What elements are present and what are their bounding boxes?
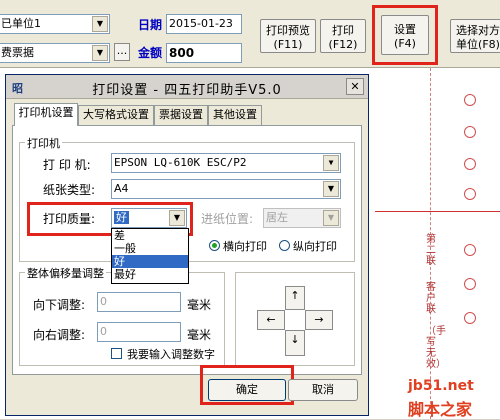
down-adjust-input[interactable]: 0 — [97, 292, 181, 312]
printer-label: 打 印 机: — [43, 158, 91, 172]
main-toolbar: 已单位1 ▼ 费票据 ▼ ... 日期 2015-01-23 金额 800 打印… — [0, 0, 500, 68]
date-value: 2015-01-23 — [169, 17, 233, 30]
feed-value: 居左 — [266, 211, 288, 224]
amount-value: 800 — [169, 46, 195, 60]
date-label: 日期 — [138, 18, 163, 32]
quality-option-selected[interactable]: 好 — [112, 255, 188, 268]
button-shortcut: (F11) — [273, 38, 303, 51]
dialog-title: 打印设置 - 四五打印助手V5.0 — [92, 83, 282, 98]
button-label: 打印 — [332, 24, 354, 37]
chevron-down-icon[interactable]: ▼ — [92, 16, 108, 32]
unit-combo[interactable]: 已单位1 ▼ — [0, 14, 110, 34]
printer-group-title: 打印机 — [25, 135, 62, 151]
quality-value: 好 — [114, 211, 129, 224]
printer-select[interactable]: EPSON LQ-610K ESC/P2 ▼ — [111, 153, 341, 173]
watermark-site: jb51.net — [408, 378, 474, 394]
printer-value: EPSON LQ-610K ESC/P2 — [114, 156, 247, 169]
landscape-label: 横向打印 — [223, 240, 267, 253]
handwritten-invalid-label: （手写无效） — [426, 326, 446, 370]
doc-type-combo-value: 费票据 — [1, 46, 34, 59]
landscape-radio[interactable] — [209, 240, 220, 251]
manual-input-label: 我要输入调整数字 — [127, 348, 215, 361]
close-icon[interactable]: ✕ — [346, 78, 364, 95]
quality-option[interactable]: 差 — [112, 229, 188, 242]
doc-type-combo[interactable]: 费票据 ▼ — [0, 43, 110, 63]
print-preview-button[interactable]: 打印预览 (F11) — [260, 19, 316, 53]
browse-button[interactable]: ... — [114, 43, 130, 61]
quality-dropdown-list[interactable]: 差 一般 好 最好 — [111, 228, 189, 284]
punch-hole — [464, 158, 476, 170]
arrow-left-icon[interactable]: ← — [257, 310, 285, 330]
tab-uppercase-format[interactable]: 大写格式设置 — [78, 105, 154, 125]
print-button[interactable]: 打印 (F12) — [320, 19, 366, 53]
down-adjust-label: 向下调整: — [33, 298, 86, 312]
arrow-right-icon[interactable]: → — [305, 310, 333, 330]
punch-hole — [464, 244, 476, 256]
paper-value: A4 — [114, 182, 129, 195]
manual-input-checkbox[interactable] — [111, 348, 122, 359]
settings-button[interactable]: 设置 (F4) — [381, 15, 429, 55]
button-shortcut: 单位(F8) — [456, 38, 500, 51]
right-adjust-value: 0 — [100, 325, 107, 338]
punch-hole — [464, 312, 476, 324]
chevron-down-icon[interactable]: ▼ — [169, 210, 185, 226]
tab-printer-settings[interactable]: 打印机设置 — [14, 103, 78, 126]
tab-receipt-settings[interactable]: 票据设置 — [154, 105, 208, 125]
date-input[interactable]: 2015-01-23 — [166, 14, 242, 34]
punch-hole — [464, 126, 476, 138]
button-shortcut: (F4) — [394, 37, 416, 50]
feed-select[interactable]: 居左 ▼ — [263, 208, 341, 228]
red-guide-line — [375, 211, 500, 212]
quality-option[interactable]: 最好 — [112, 268, 188, 281]
feed-label: 进纸位置: — [201, 212, 254, 226]
portrait-radio[interactable] — [279, 240, 290, 251]
chevron-down-icon[interactable]: ▼ — [323, 181, 339, 197]
offset-group-title: 整体偏移量调整 — [25, 265, 106, 281]
print-settings-dialog: 昭 打印设置 - 四五打印助手V5.0 ✕ 打印机设置 大写格式设置 票据设置 … — [5, 74, 369, 416]
chevron-down-icon[interactable]: ▼ — [92, 45, 108, 61]
quality-select[interactable]: 好 ▼ — [111, 208, 187, 228]
mm-unit-label: 毫米 — [187, 298, 212, 312]
tab-other-settings[interactable]: 其他设置 — [208, 105, 262, 125]
portrait-label: 纵向打印 — [293, 240, 337, 253]
button-label: 选择对方 — [456, 24, 500, 37]
chevron-down-icon[interactable]: ▼ — [323, 155, 339, 171]
punch-hole — [464, 94, 476, 106]
arrow-down-icon[interactable]: ↓ — [285, 330, 305, 356]
paper-select[interactable]: A4 ▼ — [111, 179, 341, 199]
cancel-button[interactable]: 取消 — [288, 379, 358, 401]
select-counterparty-button[interactable]: 选择对方 单位(F8) — [450, 19, 500, 53]
dialog-titlebar[interactable]: 昭 打印设置 - 四五打印助手V5.0 ✕ — [6, 75, 368, 99]
mm-unit-label: 毫米 — [187, 328, 212, 342]
down-adjust-value: 0 — [100, 295, 107, 308]
watermark-brand: 脚本之家 — [408, 400, 473, 419]
button-label: 设置 — [394, 23, 416, 36]
button-shortcut: (F12) — [328, 38, 358, 51]
tab-panel: 打印机 打 印 机: EPSON LQ-610K ESC/P2 ▼ 纸张类型: … — [12, 125, 362, 375]
right-adjust-label: 向右调整: — [33, 328, 86, 342]
quality-option[interactable]: 一般 — [112, 242, 188, 255]
ok-button[interactable]: 确定 — [208, 379, 286, 401]
right-adjust-input[interactable]: 0 — [97, 322, 181, 342]
customer-copy-label: 客户联 — [426, 282, 436, 315]
paper-label: 纸张类型: — [43, 183, 96, 197]
amount-label: 金额 — [138, 46, 163, 60]
amount-input[interactable]: 800 — [166, 43, 242, 63]
button-label: 打印预览 — [266, 24, 310, 37]
arrow-up-icon[interactable]: ↑ — [285, 286, 305, 310]
punch-hole — [464, 188, 476, 200]
quality-label: 打印质量: — [43, 212, 96, 226]
chevron-down-icon[interactable]: ▼ — [323, 210, 339, 226]
unit-combo-value: 已单位1 — [1, 17, 41, 30]
copy-label: 第二联 — [426, 234, 436, 267]
punch-hole — [464, 278, 476, 290]
